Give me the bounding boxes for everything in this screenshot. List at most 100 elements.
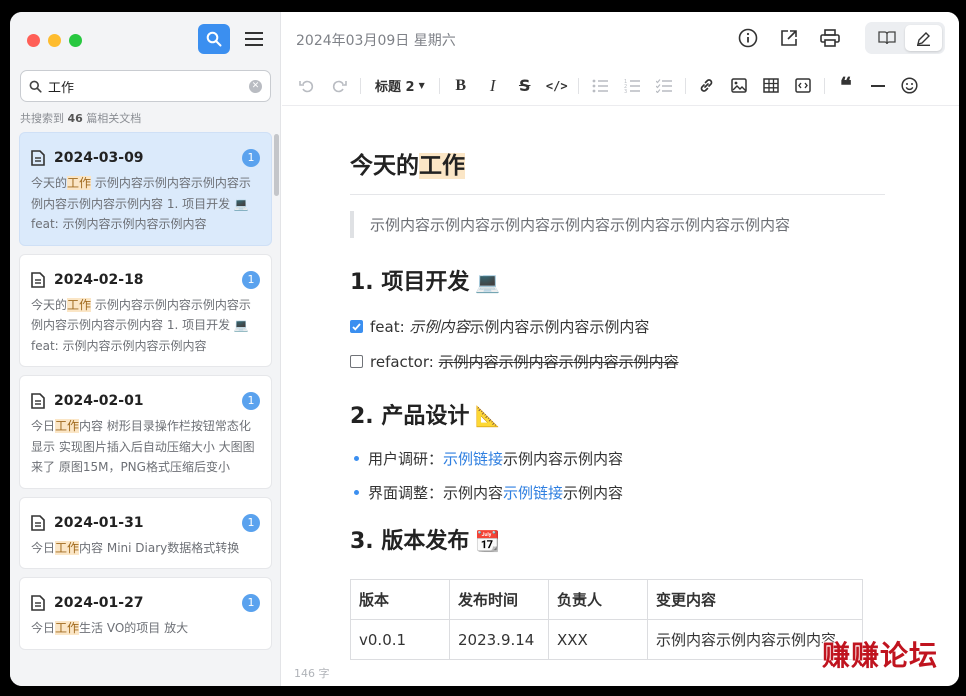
document-icon (31, 393, 45, 409)
print-button[interactable] (818, 26, 842, 50)
table-header-row: 版本 发布时间 负责人 变更内容 (350, 579, 863, 620)
table-header-cell: 变更内容 (647, 579, 863, 620)
task-list-button[interactable] (651, 73, 677, 99)
export-button[interactable] (777, 26, 801, 50)
document-card[interactable]: 2024-03-09 1 今天的工作 示例内容示例内容示例内容示例内容示例内容示… (19, 132, 272, 246)
list-item: 用户调研：示例链接示例内容示例内容 (350, 448, 885, 469)
snippet-text: 今天的 (31, 297, 68, 312)
task-text: 示例内容示例内容示例内容 (469, 318, 650, 336)
word-count: 146 字 (294, 667, 330, 680)
search-toggle-button[interactable] (198, 24, 230, 54)
snippet-highlight: 工作 (55, 621, 80, 635)
document-card[interactable]: 2024-02-18 1 今天的工作 示例内容示例内容示例内容示例内容示例内容示… (19, 253, 272, 367)
table-icon (762, 78, 779, 93)
insert-link-button[interactable] (694, 73, 720, 99)
toolbar-divider (360, 77, 361, 94)
menu-button[interactable] (240, 24, 268, 54)
search-field: ✕ (20, 70, 271, 102)
task-strikethrough-text: 示例内容示例内容示例内容示例内容 (438, 353, 679, 371)
table-header-cell: 负责人 (548, 579, 648, 620)
document-card[interactable]: 2024-02-01 1 今日工作内容 树形目录操作栏按钮常态化显示 实现图片插… (19, 375, 272, 489)
snippet-text: 今天的 (31, 176, 68, 190)
title-bar: 2024年03月09日 星期六 (282, 12, 959, 64)
strikethrough-button[interactable]: S (512, 73, 538, 99)
document-date: 2024-01-31 (54, 514, 144, 531)
document-list: 2024-03-09 1 今天的工作 示例内容示例内容示例内容示例内容示例内容示… (19, 132, 272, 686)
snippet-text: 今日 (31, 540, 56, 555)
section-heading-text: 2. 产品设计 (350, 404, 470, 429)
task-label: feat: (370, 317, 410, 336)
emoji-button[interactable] (897, 73, 923, 99)
document-snippet: 今日工作内容 树形目录操作栏按钮常态化显示 实现图片插入后自动压缩大小 大图图来… (31, 416, 260, 478)
title-text: 今天的 (350, 153, 419, 179)
table-row: v0.0.1 2023.9.14 XXX 示例内容示例内容示例内容 (350, 619, 863, 660)
info-button[interactable] (736, 26, 760, 50)
horizontal-rule-button[interactable] (865, 73, 891, 99)
task-checkbox-checked[interactable] (350, 320, 363, 333)
watermark: 赚赚论坛 (822, 639, 939, 672)
bold-button[interactable]: B (448, 73, 474, 99)
close-window-button[interactable] (27, 34, 40, 47)
document-date: 2024-02-01 (54, 393, 144, 409)
italic-button[interactable]: I (480, 73, 506, 99)
minimize-window-button[interactable] (48, 34, 61, 47)
insert-image-button[interactable] (726, 73, 752, 99)
document-icon (31, 271, 45, 288)
bullet-list-icon (592, 79, 608, 92)
undo-button[interactable] (294, 73, 320, 99)
code-block-icon (794, 78, 811, 93)
document-count-badge: 1 (242, 270, 260, 289)
document-title: 今天的工作 (350, 112, 885, 195)
ordered-list-icon: 123 (624, 79, 640, 93)
result-count: 共搜索到 46 篇相关文档 (20, 110, 141, 126)
edit-mode-button[interactable] (905, 25, 942, 51)
bold-icon: B (455, 76, 467, 94)
bullet-list-button[interactable] (587, 73, 613, 99)
redo-button[interactable] (326, 73, 352, 99)
list-item-text: 界面调整：示例内容 (368, 484, 504, 502)
title-highlight: 工作 (419, 153, 465, 179)
snippet-text: 今日 (31, 621, 56, 635)
ordered-list-button[interactable]: 123 (619, 73, 645, 99)
inline-link[interactable]: 示例链接 (503, 484, 563, 502)
snippet-highlight: 工作 (67, 297, 92, 312)
task-italic-text: 示例内容 (409, 318, 470, 336)
view-mode-toggle (865, 22, 945, 54)
clear-search-icon[interactable]: ✕ (249, 79, 262, 93)
document-body[interactable]: 今天的工作 示例内容示例内容示例内容示例内容示例内容示例内容示例内容 1. 项目… (350, 112, 885, 660)
sidebar: ✕ 共搜索到 46 篇相关文档 2024-03-09 1 今天的工作 示例内容示… (10, 12, 281, 686)
table-header-cell: 版本 (350, 579, 450, 620)
document-date-title: 2024年03月09日 星期六 (296, 33, 456, 49)
search-icon (206, 31, 222, 47)
document-date: 2024-02-18 (54, 271, 144, 288)
read-mode-button[interactable] (868, 25, 905, 51)
sidebar-scrollbar[interactable] (274, 134, 279, 196)
document-count-badge: 1 (242, 594, 260, 612)
inline-link[interactable]: 示例链接 (443, 450, 503, 468)
smiley-icon (901, 77, 918, 94)
inline-code-button[interactable]: </> (544, 73, 570, 99)
document-card[interactable]: 2024-01-31 1 今日工作内容 Mini Diary数据格式转换 (19, 496, 272, 569)
search-input[interactable] (48, 78, 249, 94)
heading-level-value: 标题 2 (375, 80, 415, 95)
insert-table-button[interactable] (758, 73, 784, 99)
check-icon (352, 322, 361, 331)
toolbar-divider (823, 77, 825, 94)
task-item: feat: 示例内容 示例内容示例内容示例内容 (350, 316, 885, 337)
format-toolbar: 标题 2 ▼ B I S </> 123 ❝ (282, 66, 959, 106)
document-card[interactable]: 2024-01-27 1 今日工作生活 VO的项目 放大 (19, 577, 272, 650)
document-icon (31, 514, 45, 531)
image-icon (730, 78, 747, 93)
blockquote-button[interactable]: ❝ (833, 73, 859, 99)
code-block-button[interactable] (790, 73, 816, 99)
zoom-window-button[interactable] (69, 34, 82, 47)
section-heading: 1. 项目开发 💻 (350, 264, 885, 296)
table-cell: v0.0.1 (350, 619, 450, 660)
horizontal-rule-icon (870, 84, 885, 87)
task-checkbox[interactable] (350, 355, 363, 368)
book-icon (877, 31, 896, 45)
redo-icon (332, 80, 347, 92)
hamburger-icon (245, 32, 263, 46)
heading-level-select[interactable]: 标题 2 ▼ (369, 73, 431, 99)
code-icon: </> (545, 78, 568, 93)
